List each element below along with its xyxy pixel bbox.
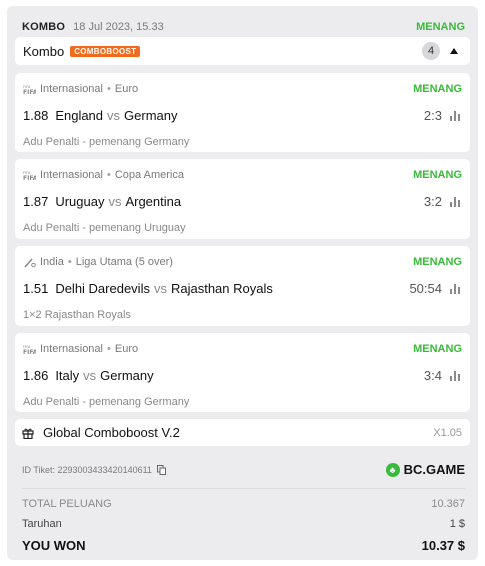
selection-count-badge: 4 [422, 42, 440, 60]
chevron-up-icon[interactable] [450, 48, 458, 54]
gift-icon [22, 428, 34, 439]
match-score: 3:2 [423, 194, 442, 209]
total-odds-row: TOTAL PELUANG 10.367 [22, 498, 465, 510]
comboboost-tag: COMBOBOOST [70, 45, 141, 57]
away-team: Argentina [125, 194, 182, 209]
league-info: FIFA FIFA Internasional • Euro [23, 83, 139, 95]
bet-item: India • Liga Utama (5 over) MENANG 1.51 De… [15, 246, 470, 326]
away-team: Germany [100, 368, 154, 383]
total-odds-value: 10.367 [431, 498, 465, 510]
comboboost-multiplier: X1.05 [433, 426, 462, 439]
league-info: FIFA FIFA Internasional • Copa America [23, 169, 184, 181]
away-team: Germany [124, 108, 178, 123]
stats-icon[interactable] [450, 283, 462, 294]
bc-game-logo-icon: ♣ [385, 462, 400, 477]
bet-odds: 1.88 [23, 108, 49, 123]
bet-status: MENANG [413, 83, 462, 95]
brand-logo: ♣ BC.GAME [385, 462, 465, 477]
cricket-icon [24, 257, 36, 268]
slip-status: MENANG [416, 21, 465, 33]
winnings-label: YOU WON [22, 538, 86, 553]
league-info: India • Liga Utama (5 over) [23, 256, 173, 268]
winnings-row: YOU WON 10.37 $ [22, 538, 465, 553]
copy-icon[interactable] [156, 464, 166, 475]
ticket-id: ID Tiket: 2293003433420140611 [22, 464, 152, 475]
bet-item: FIFA FIFA Internasional • Copa America MENA… [15, 159, 470, 239]
bet-status: MENANG [413, 343, 462, 355]
bet-market: Adu Penalti - pemenang Germany [23, 396, 190, 408]
ticket-row: ID Tiket: 2293003433420140611 ♣ BC.GAME [22, 462, 465, 477]
bet-odds: 1.51 [23, 281, 49, 296]
bet-market: Adu Penalti - pemenang Germany [23, 136, 190, 148]
match-score: 50:54 [409, 281, 442, 296]
bet-status: MENANG [413, 256, 462, 268]
fifa-icon: FIFAFIFA [23, 345, 36, 355]
comboboost-row: Global Comboboost V.2 X1.05 [15, 419, 470, 446]
total-odds-label: TOTAL PELUANG [22, 498, 112, 510]
bet-market: 1×2 Rajasthan Royals [23, 309, 131, 321]
league-info: FIFA FIFA Internasional • Euro [23, 343, 139, 355]
fifa-icon: FIFAFIFA [23, 171, 36, 181]
bet-odds: 1.86 [23, 368, 49, 383]
combo-toggle[interactable]: Kombo COMBOBOOST 4 [15, 37, 470, 65]
bet-market: Adu Penalti - pemenang Uruguay [23, 222, 186, 234]
bet-item: FIFA FIFA Internasional • Euro MENANG 1.86 … [15, 333, 470, 412]
match-score: 3:4 [423, 368, 442, 383]
stake-row: Taruhan 1 $ [22, 518, 465, 530]
home-team: Italy [55, 368, 80, 383]
match-score: 2:3 [423, 108, 442, 123]
divider [22, 488, 465, 489]
away-team: Rajasthan Royals [170, 281, 273, 296]
home-team: England [55, 108, 104, 123]
bet-type: KOMBO [22, 21, 66, 33]
comboboost-name: Global Comboboost V.2 [43, 425, 180, 440]
slip-header: KOMBO 18 Jul 2023, 15.33 MENANG [22, 19, 465, 35]
stake-label: Taruhan [22, 518, 62, 530]
bet-item: FIFA FIFA Internasional • Euro MENANG 1.88 … [15, 73, 470, 152]
bet-odds: 1.87 [23, 194, 49, 209]
fifa-icon: FIFAFIFA [23, 85, 36, 95]
svg-text:FIFA: FIFA [23, 349, 36, 355]
stats-icon[interactable] [450, 196, 462, 207]
svg-text:FIFA: FIFA [23, 175, 36, 181]
bet-status: MENANG [413, 169, 462, 181]
stats-icon[interactable] [450, 110, 462, 121]
home-team: Delhi Daredevils [55, 281, 150, 296]
stats-icon[interactable] [450, 370, 462, 381]
bet-date: 18 Jul 2023, 15.33 [73, 21, 164, 33]
winnings-value: 10.37 $ [421, 538, 465, 553]
bet-slip-card: KOMBO 18 Jul 2023, 15.33 MENANG Kombo CO… [7, 6, 478, 560]
home-team: Uruguay [55, 194, 105, 209]
stake-value: 1 $ [449, 518, 465, 530]
svg-text:FIFA: FIFA [23, 89, 36, 95]
combo-label: Kombo [23, 43, 65, 59]
